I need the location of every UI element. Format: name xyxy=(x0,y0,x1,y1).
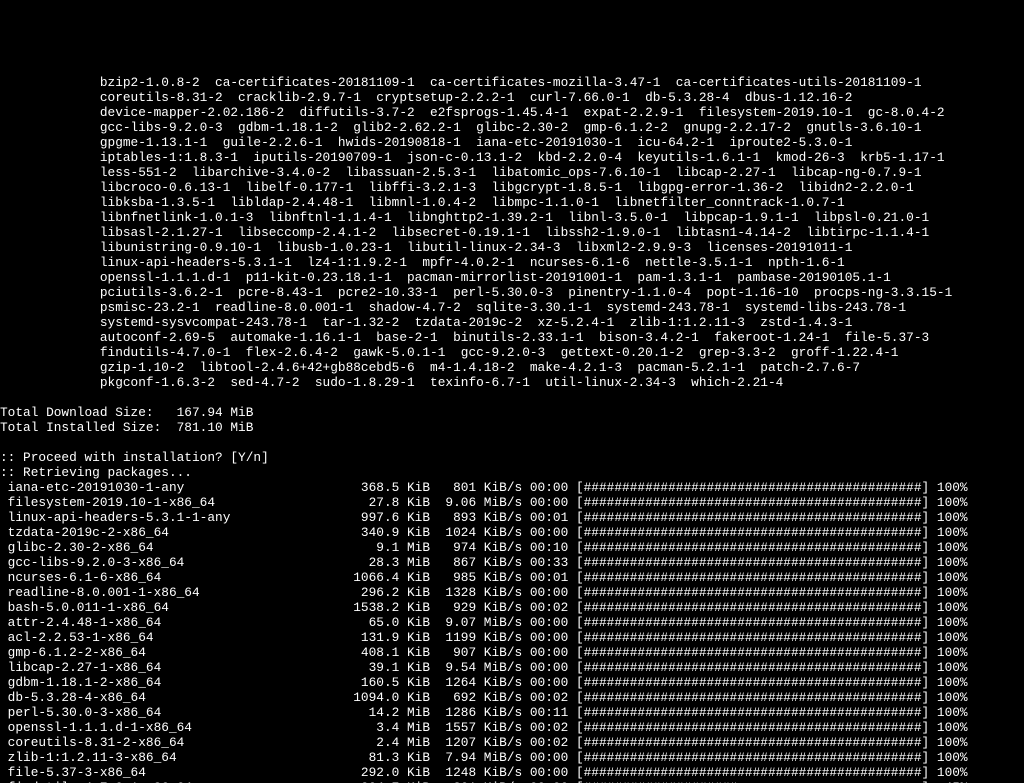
terminal-output: bzip2-1.0.8-2 ca-certificates-20181109-1… xyxy=(0,75,1024,783)
